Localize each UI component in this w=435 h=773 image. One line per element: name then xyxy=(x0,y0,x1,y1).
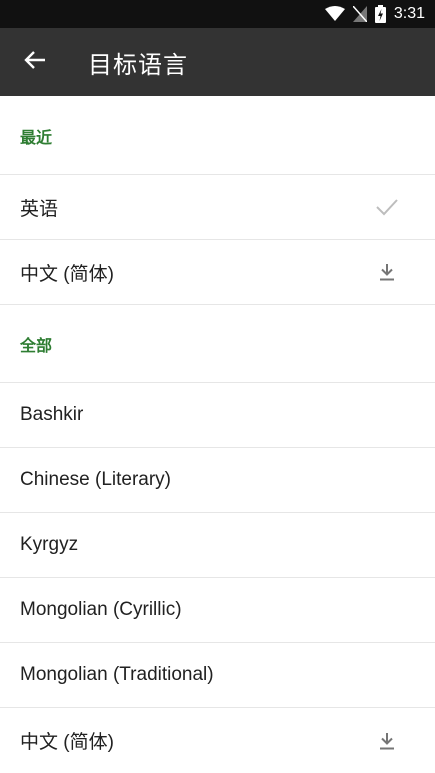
no-sim-icon xyxy=(352,6,367,22)
list-item-chinese-simplified[interactable]: 中文 (简体) xyxy=(0,708,435,773)
status-bar: 3:31 xyxy=(0,0,435,28)
download-icon[interactable] xyxy=(375,260,399,284)
app-bar: 目标语言 xyxy=(0,28,435,96)
list-item-label: 英语 xyxy=(20,198,59,220)
list-item-label: Kyrgyz xyxy=(20,534,79,555)
back-button[interactable] xyxy=(0,28,70,96)
arrow-left-icon xyxy=(24,50,46,75)
list-item-recent-english[interactable]: 英语 xyxy=(0,175,435,240)
list-item-bashkir[interactable]: Bashkir xyxy=(0,383,435,448)
section-header-recent: 最近 xyxy=(0,97,435,175)
wifi-icon xyxy=(324,6,345,22)
list-item-label: Bashkir xyxy=(20,404,84,425)
check-icon xyxy=(375,195,399,219)
download-icon[interactable] xyxy=(375,729,399,753)
clock-time: 3:31 xyxy=(393,5,425,22)
battery-charging-icon xyxy=(374,5,386,23)
list-item-recent-chinese-simplified[interactable]: 中文 (简体) xyxy=(0,240,435,305)
list-item-kyrgyz[interactable]: Kyrgyz xyxy=(0,513,435,578)
list-item-label: Mongolian (Traditional) xyxy=(20,664,214,685)
section-header-all: 全部 xyxy=(0,305,435,383)
list-item-mongolian-traditional[interactable]: Mongolian (Traditional) xyxy=(0,643,435,708)
language-list: 最近 英语 中文 (简体) 全部 Bashkir Chinese (Litera… xyxy=(0,97,435,773)
page-title: 目标语言 xyxy=(88,51,188,79)
list-item-mongolian-cyrillic[interactable]: Mongolian (Cyrillic) xyxy=(0,578,435,643)
list-item-chinese-literary[interactable]: Chinese (Literary) xyxy=(0,448,435,513)
list-item-label: 中文 (简体) xyxy=(20,732,114,753)
list-item-label: Mongolian (Cyrillic) xyxy=(20,599,182,620)
list-item-label: Chinese (Literary) xyxy=(20,469,171,490)
list-item-label: 中文 (简体) xyxy=(20,263,114,285)
